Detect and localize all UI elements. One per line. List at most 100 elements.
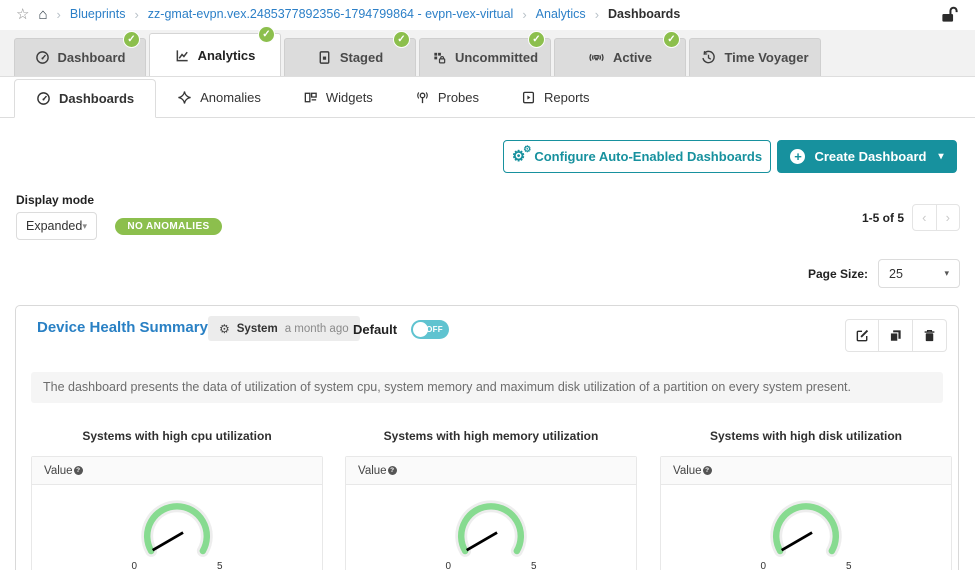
create-button-label: Create Dashboard [814, 149, 926, 164]
breadcrumb-separator-icon: › [595, 7, 599, 22]
tab-label: Dashboard [58, 50, 126, 65]
plus-circle-icon: + [790, 149, 805, 164]
copy-icon [888, 328, 903, 343]
widgets-icon [303, 90, 318, 105]
breadcrumb-blueprints[interactable]: Blueprints [70, 7, 126, 21]
gauge-chart: 0 5 [346, 485, 636, 570]
display-mode-value: Expanded [26, 219, 82, 233]
edit-icon [855, 328, 870, 343]
edit-dashboard-button[interactable] [845, 319, 879, 352]
subtab-probes[interactable]: Probes [394, 78, 500, 117]
report-icon [521, 90, 536, 105]
subtab-label: Reports [544, 90, 590, 105]
value-column-header: Value [44, 465, 73, 477]
gauge-panel-header: Value? [346, 457, 636, 485]
analytics-subtab-bar: Dashboards Anomalies Widgets Probes Repo… [0, 78, 975, 118]
gauge-icon [35, 50, 50, 65]
probe-icon [415, 90, 430, 105]
clone-dashboard-button[interactable] [879, 319, 913, 352]
chart-title: Systems with high memory utilization [345, 429, 637, 443]
chart-title: Systems with high disk utilization [660, 429, 952, 443]
page-size-label: Page Size: [806, 267, 868, 281]
check-badge-icon: ✓ [393, 31, 410, 48]
breadcrumb-analytics[interactable]: Analytics [536, 7, 586, 21]
tab-label: Analytics [198, 48, 256, 63]
broadcast-icon [588, 50, 605, 65]
tab-staged[interactable]: Staged ✓ [284, 38, 416, 76]
subtab-label: Probes [438, 90, 479, 105]
breadcrumb-separator-icon: › [522, 7, 526, 22]
no-anomalies-badge: NO ANOMALIES [115, 218, 222, 235]
sparkle-icon [177, 90, 192, 105]
unlocked-lock-icon [940, 5, 959, 24]
configure-button-label: Configure Auto-Enabled Dashboards [534, 149, 762, 164]
gauge-chart: 0 5 [661, 485, 951, 570]
next-page-button[interactable]: › [936, 205, 960, 230]
subtab-anomalies[interactable]: Anomalies [156, 78, 282, 117]
subtab-label: Anomalies [200, 90, 261, 105]
uncommitted-lock-icon [432, 50, 447, 65]
gauge-max-label: 5 [217, 561, 223, 570]
gauge-chart: 0 5 [32, 485, 322, 570]
breadcrumb-separator-icon: › [134, 7, 138, 22]
check-badge-icon: ✓ [123, 31, 140, 48]
pagination-buttons: ‹ › [912, 204, 960, 231]
help-icon[interactable]: ? [388, 466, 397, 475]
gears-icon: ⚙⚙ [512, 149, 525, 164]
chevron-down-icon: ▾ [944, 268, 949, 279]
breadcrumb-current: Dashboards [608, 7, 680, 21]
gauge-icon [36, 91, 51, 106]
gauge-panel-header: Value? [661, 457, 951, 485]
gauge-min-label: 0 [132, 561, 138, 570]
dashboard-card: Device Health Summary ⚙ System a month a… [15, 305, 959, 570]
display-mode-select[interactable]: Expanded ▾ [16, 212, 97, 240]
subtab-widgets[interactable]: Widgets [282, 78, 394, 117]
chevron-down-icon: ▾ [82, 221, 87, 232]
delete-dashboard-button[interactable] [913, 319, 947, 352]
dashboard-origin: System [237, 323, 278, 335]
toggle-state-label: OFF [426, 325, 443, 334]
gauge-min-label: 0 [446, 561, 452, 570]
pagination-range: 1-5 of 5 [838, 211, 904, 225]
home-icon[interactable]: ⌂ [38, 7, 47, 22]
subtab-reports[interactable]: Reports [500, 78, 611, 117]
breadcrumb: ☆ ⌂ › Blueprints › zz-gmat-evpn.vex.2485… [0, 0, 975, 28]
tab-label: Active [613, 50, 652, 65]
subtab-label: Dashboards [59, 91, 134, 106]
history-clock-icon [701, 50, 716, 65]
tab-analytics[interactable]: Analytics ✓ [149, 33, 281, 76]
tab-label: Time Voyager [724, 50, 808, 65]
subtab-label: Widgets [326, 90, 373, 105]
chevron-down-icon: ▾ [938, 151, 943, 162]
page-size-value: 25 [889, 267, 903, 281]
dashboard-meta-pill: ⚙ System a month ago [208, 316, 360, 341]
display-mode-label: Display mode [16, 193, 94, 207]
tab-label: Uncommitted [455, 50, 538, 65]
help-icon[interactable]: ? [703, 466, 712, 475]
value-column-header: Value [358, 465, 387, 477]
check-badge-icon: ✓ [258, 26, 275, 43]
default-toggle[interactable]: OFF [411, 320, 449, 339]
chart-title: Systems with high cpu utilization [31, 429, 323, 443]
create-dashboard-button[interactable]: + Create Dashboard ▾ [777, 140, 957, 173]
tab-uncommitted[interactable]: Uncommitted ✓ [419, 38, 551, 76]
tab-label: Staged [340, 50, 383, 65]
favorite-star-icon[interactable]: ☆ [16, 7, 29, 22]
tab-time-voyager[interactable]: Time Voyager [689, 38, 821, 76]
gauge-panel: Value? 0 5 [345, 456, 637, 570]
dashboard-updated: a month ago [285, 323, 349, 335]
check-badge-icon: ✓ [663, 31, 680, 48]
tab-dashboard[interactable]: Dashboard ✓ [14, 38, 146, 76]
help-icon[interactable]: ? [74, 466, 83, 475]
breadcrumb-blueprint-name[interactable]: zz-gmat-evpn.vex.2485377892356-179479986… [148, 7, 514, 21]
breadcrumb-separator-icon: › [57, 7, 61, 22]
apstra-blueprint-page: ☆ ⌂ › Blueprints › zz-gmat-evpn.vex.2485… [0, 0, 975, 570]
prev-page-button[interactable]: ‹ [913, 205, 936, 230]
page-size-select[interactable]: 25 ▾ [878, 259, 960, 288]
tab-active[interactable]: Active ✓ [554, 38, 686, 76]
configure-auto-enabled-dashboards-button[interactable]: ⚙⚙ Configure Auto-Enabled Dashboards [503, 140, 771, 173]
subtab-dashboards[interactable]: Dashboards [14, 79, 156, 118]
default-label: Default [353, 322, 397, 337]
dashboard-title-link[interactable]: Device Health Summary [37, 319, 208, 336]
blueprint-tab-bar: Dashboard ✓ Analytics ✓ Staged ✓ Uncommi… [0, 30, 975, 77]
